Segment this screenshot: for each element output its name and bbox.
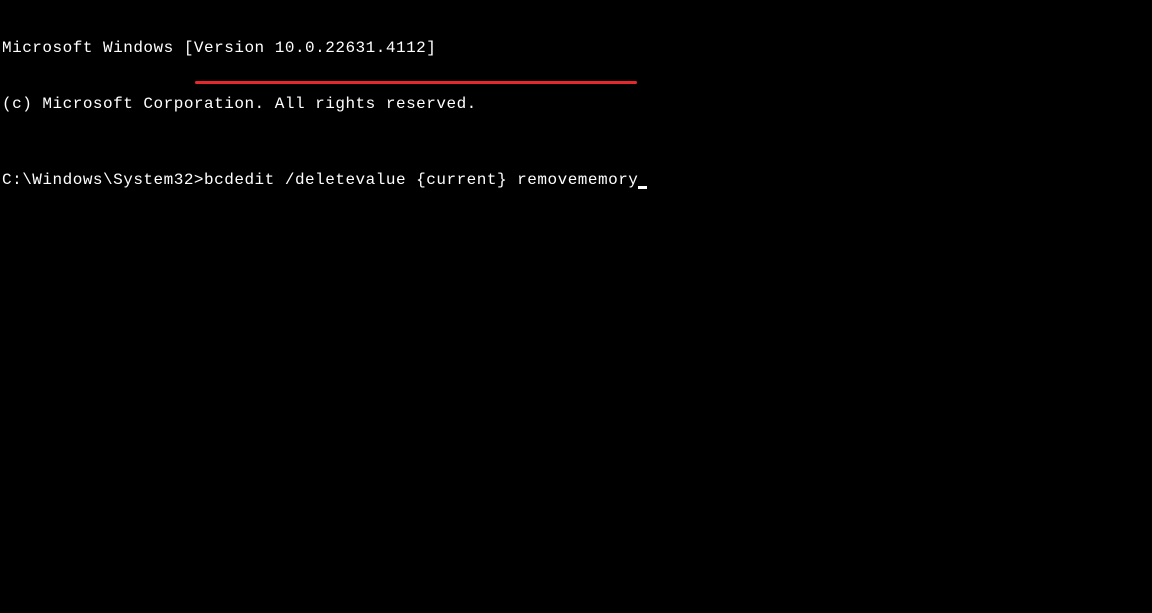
copyright-line: (c) Microsoft Corporation. All rights re… [2, 94, 1150, 114]
command-input[interactable]: bcdedit /deletevalue {current} removemem… [204, 171, 638, 189]
cursor-icon [638, 186, 647, 189]
prompt-text: C:\Windows\System32> [2, 171, 204, 189]
version-line: Microsoft Windows [Version 10.0.22631.41… [2, 38, 1150, 58]
prompt-line: C:\Windows\System32>bcdedit /deletevalue… [2, 170, 1150, 190]
annotation-underline [195, 81, 637, 84]
terminal-window[interactable]: Microsoft Windows [Version 10.0.22631.41… [0, 0, 1152, 210]
